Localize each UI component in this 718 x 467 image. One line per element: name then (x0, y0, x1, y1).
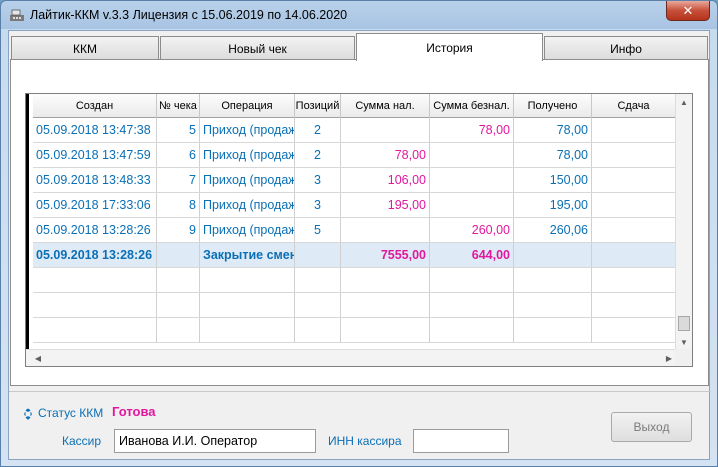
cell-number: 9 (157, 218, 200, 242)
cell-received: 78,00 (514, 118, 592, 142)
column-received[interactable]: Получено (514, 94, 592, 118)
cell-received: 150,00 (514, 168, 592, 192)
grid-rows: 05.09.2018 13:47:38 5 Приход (продажа) 2… (33, 118, 676, 343)
close-button[interactable]: ✕ (666, 1, 710, 21)
cell-cashless: 78,00 (430, 118, 514, 142)
scroll-up-icon[interactable]: ▲ (676, 94, 692, 110)
cell-cash: 195,00 (341, 193, 430, 217)
cell-number: 8 (157, 193, 200, 217)
inn-label: ИНН кассира (328, 434, 402, 448)
cell-cashless (430, 143, 514, 167)
cell-operation: Приход (продажа) (200, 218, 295, 242)
status-area: Статус ККМ Готова Кассир Иванова И.И. Оп… (9, 391, 711, 461)
scroll-corner (675, 349, 692, 366)
column-positions[interactable]: Позиций (295, 94, 341, 118)
exit-button[interactable]: Выход (611, 412, 692, 442)
status-value: Готова (112, 404, 156, 419)
cell-change (592, 143, 676, 167)
cell-operation: Приход (продажа) (200, 193, 295, 217)
tab-info[interactable]: Инфо (544, 36, 708, 60)
table-row[interactable]: 05.09.2018 13:48:33 7 Приход (продажа) 3… (33, 168, 676, 193)
cell-received: 260,06 (514, 218, 592, 242)
history-panel: Создан № чека Операция Позиций Сумма нал… (10, 59, 709, 386)
column-change[interactable]: Сдача (592, 94, 676, 118)
scroll-left-icon[interactable]: ◀ (30, 350, 46, 366)
cell-created: 05.09.2018 13:47:59 (33, 143, 157, 167)
cell-created: 05.09.2018 17:33:06 (33, 193, 157, 217)
table-row[interactable]: 05.09.2018 17:33:06 8 Приход (продажа) 3… (33, 193, 676, 218)
column-created[interactable]: Создан (33, 94, 157, 118)
cell-operation: Приход (продажа) (200, 143, 295, 167)
title-bar: Лайтик-ККМ v.3.3 Лицензия с 15.06.2019 п… (1, 1, 717, 29)
empty-row (33, 268, 676, 293)
cell-cashless: 644,00 (430, 243, 514, 267)
cell-cash (341, 118, 430, 142)
cell-number: 6 (157, 143, 200, 167)
cell-positions: 3 (295, 168, 341, 192)
cell-operation: Приход (продажа) (200, 168, 295, 192)
client-area: ККМ Новый чек История Инфо Создан № чека… (8, 30, 711, 461)
cell-change (592, 218, 676, 242)
grid-header: Создан № чека Операция Позиций Сумма нал… (33, 94, 676, 118)
cell-change (592, 168, 676, 192)
cell-operation: Закрытие смены (200, 243, 295, 267)
column-number[interactable]: № чека (157, 94, 200, 118)
horizontal-scrollbar[interactable]: ◀ ▶ (26, 349, 677, 366)
cell-positions: 2 (295, 118, 341, 142)
app-icon (9, 7, 25, 23)
table-row-total[interactable]: 05.09.2018 13:28:26 Закрытие смены 7555,… (33, 243, 676, 268)
cell-received (514, 243, 592, 267)
cell-number (157, 243, 200, 267)
history-grid[interactable]: Создан № чека Операция Позиций Сумма нал… (25, 93, 693, 367)
column-cash[interactable]: Сумма нал. (341, 94, 430, 118)
table-row[interactable]: 05.09.2018 13:47:38 5 Приход (продажа) 2… (33, 118, 676, 143)
vertical-scrollbar[interactable]: ▲ ▼ (675, 94, 692, 350)
cell-positions: 5 (295, 218, 341, 242)
cell-cash: 7555,00 (341, 243, 430, 267)
grid-indicator-bar (26, 94, 29, 366)
cell-created: 05.09.2018 13:47:38 (33, 118, 157, 142)
cell-positions: 3 (295, 193, 341, 217)
cell-cashless (430, 168, 514, 192)
cashier-field[interactable]: Иванова И.И. Оператор (114, 429, 316, 453)
cell-created: 05.09.2018 13:28:26 (33, 218, 157, 242)
cell-cashless: 260,00 (430, 218, 514, 242)
cell-received: 78,00 (514, 143, 592, 167)
tab-bar: ККМ Новый чек История Инфо (9, 33, 711, 61)
cashier-label: Кассир (62, 434, 102, 448)
status-label: Статус ККМ (38, 406, 104, 420)
cell-change (592, 193, 676, 217)
cell-change (592, 243, 676, 267)
tab-new-receipt[interactable]: Новый чек (160, 36, 355, 60)
close-icon: ✕ (682, 2, 694, 18)
table-row[interactable]: 05.09.2018 13:28:26 9 Приход (продажа) 5… (33, 218, 676, 243)
empty-row (33, 318, 676, 343)
tab-history[interactable]: История (356, 33, 543, 61)
tab-kkm[interactable]: ККМ (11, 36, 159, 60)
column-cashless[interactable]: Сумма безнал. (430, 94, 514, 118)
cell-cash: 78,00 (341, 143, 430, 167)
inn-field[interactable] (413, 429, 509, 453)
cell-cashless (430, 193, 514, 217)
scroll-thumb[interactable] (678, 316, 690, 331)
table-row[interactable]: 05.09.2018 13:47:59 6 Приход (продажа) 2… (33, 143, 676, 168)
refresh-icon (23, 408, 33, 423)
app-window: Лайтик-ККМ v.3.3 Лицензия с 15.06.2019 п… (0, 0, 718, 467)
cell-number: 7 (157, 168, 200, 192)
cell-change (592, 118, 676, 142)
cell-cash: 106,00 (341, 168, 430, 192)
cell-cash (341, 218, 430, 242)
cell-number: 5 (157, 118, 200, 142)
cell-positions (295, 243, 341, 267)
cell-received: 195,00 (514, 193, 592, 217)
column-operation[interactable]: Операция (200, 94, 295, 118)
cell-positions: 2 (295, 143, 341, 167)
cell-created: 05.09.2018 13:28:26 (33, 243, 157, 267)
cell-created: 05.09.2018 13:48:33 (33, 168, 157, 192)
scroll-down-icon[interactable]: ▼ (676, 334, 692, 350)
window-title: Лайтик-ККМ v.3.3 Лицензия с 15.06.2019 п… (30, 8, 348, 22)
cell-operation: Приход (продажа) (200, 118, 295, 142)
empty-row (33, 293, 676, 318)
